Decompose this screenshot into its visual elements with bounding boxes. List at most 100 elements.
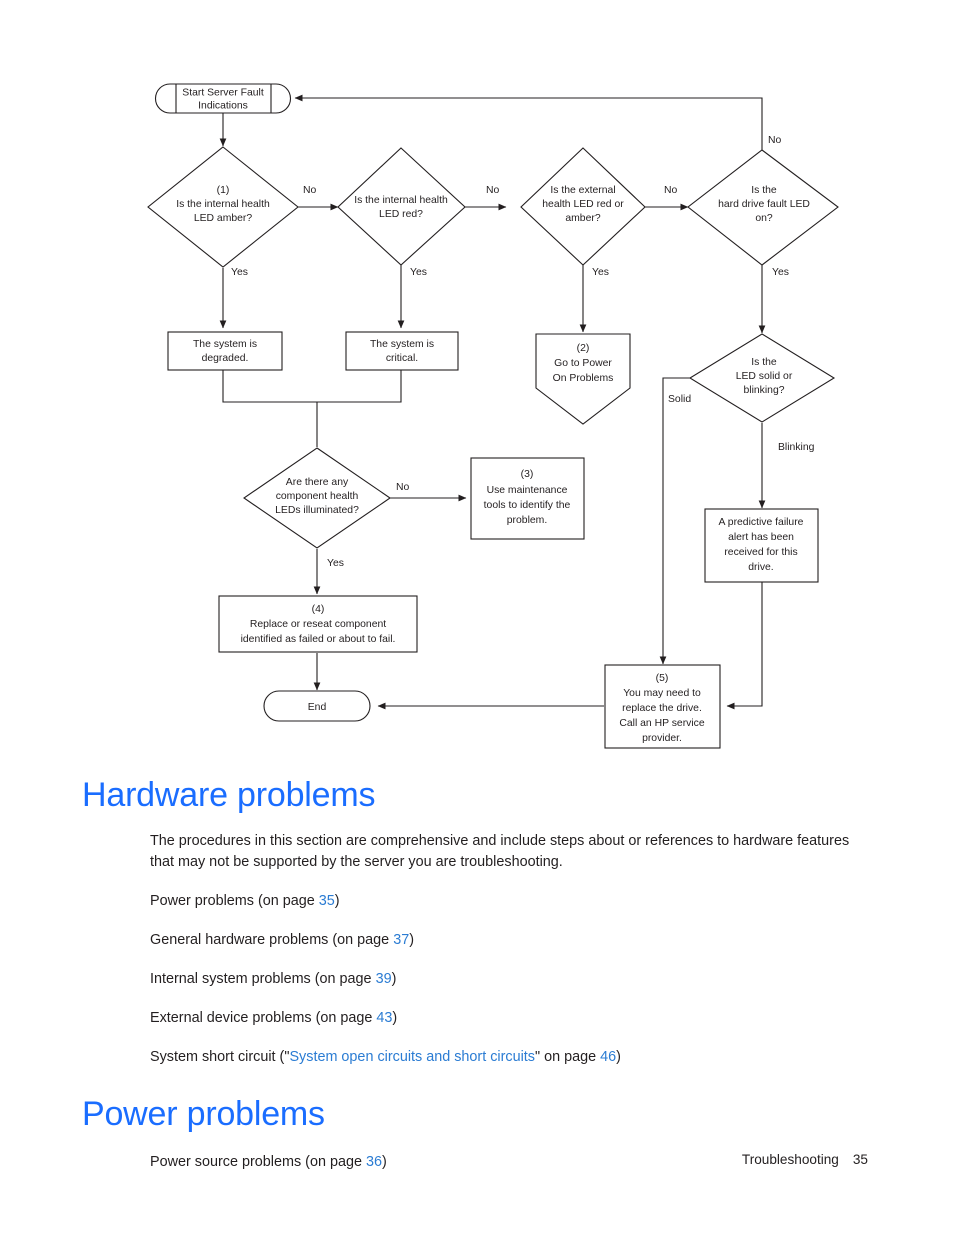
node-end: End [263, 690, 371, 722]
node-p3-line1: (2) [577, 343, 590, 354]
xref-system-short-circuit-page[interactable]: 46 [600, 1049, 616, 1065]
node-p4-line3: tools to identify the [484, 500, 571, 511]
node-process-replace-drive-call-hp: (5) You may need to replace the drive. C… [604, 664, 721, 749]
node-p7-line3: replace the drive. [622, 703, 702, 714]
node-process-predictive-failure-alert: A predictive failure alert has been rece… [704, 508, 819, 583]
node-d6-line1: Are there any [286, 477, 349, 488]
xref-internal-system-problems-suffix: ) [391, 971, 397, 988]
node-d4-line1: Is the [751, 185, 777, 196]
section-title-power-problems: Power problems [82, 1095, 325, 1134]
node-decision-internal-health-red: Is the internal health LED red? [337, 147, 466, 266]
flowchart-svg: Start Server Fault Indications (1) Is th… [147, 83, 839, 749]
node-d4-line2: hard drive fault LED [718, 199, 810, 210]
edge-label-d1-yes: Yes [231, 267, 248, 278]
node-decision-component-health-leds: Are there any component health LEDs illu… [243, 447, 391, 549]
node-p7-line5: provider. [642, 733, 682, 744]
node-p6-line4: drive. [748, 562, 773, 573]
xref-external-device-problems-suffix: ) [392, 1010, 398, 1027]
edge-d4-no-feedback-to-start [294, 94, 763, 152]
node-decision-hard-drive-fault-led: Is the hard drive fault LED on? [687, 149, 839, 266]
node-d2-line1: Is the internal health [354, 195, 448, 206]
document-body: Hardware problems The procedures in this… [0, 765, 954, 1173]
node-d1-line2: Is the internal health [176, 199, 270, 210]
edge-p1-p2-merge [222, 370, 402, 403]
intro-paragraph: The procedures in this section are compr… [150, 833, 850, 871]
xref-power-problems-text: Power problems (on page [150, 893, 319, 910]
node-decision-internal-health-amber: (1) Is the internal health LED amber? [147, 146, 299, 268]
node-d6-line2: component health [276, 491, 359, 502]
node-process-system-degraded: The system is degraded. [167, 331, 283, 371]
node-p5-line1: (4) [312, 604, 325, 615]
node-p7-line2: You may need to [623, 688, 701, 699]
edge-label-d3-yes: Yes [592, 267, 609, 278]
edge-label-d6-no: No [396, 482, 410, 493]
node-d2-line2: LED red? [379, 209, 423, 220]
edge-p6-to-p7 [726, 582, 763, 710]
node-p1-line1: The system is [193, 339, 257, 350]
page-footer: Troubleshooting 35 [0, 1152, 954, 1167]
edge-label-d2-yes: Yes [410, 267, 427, 278]
edge-d5-solid-to-p7 [659, 377, 690, 665]
xref-general-hardware-problems: General hardware problems (on page 37) [150, 930, 868, 951]
xref-external-device-problems-page[interactable]: 43 [376, 1010, 392, 1026]
xref-system-short-circuit: System short circuit ("System open circu… [150, 1047, 868, 1068]
node-p4-line4: problem. [507, 515, 547, 526]
node-p1-line2: degraded. [202, 353, 249, 364]
node-decision-led-solid-or-blinking: Is the LED solid or blinking? [688, 333, 836, 423]
xref-external-device-problems-text: External device problems (on page [150, 1010, 377, 1027]
xref-internal-system-problems-text: Internal system problems (on page [150, 971, 376, 988]
node-p4-line1: (3) [521, 469, 534, 480]
edge-label-d1-no: No [303, 185, 317, 196]
node-p6-line3: received for this [724, 547, 797, 558]
node-d5-line1: Is the [751, 357, 777, 368]
node-end-label: End [308, 702, 327, 713]
node-process-go-to-power-on-problems: (2) Go to Power On Problems [535, 333, 631, 425]
flowchart-diagram: Start Server Fault Indications (1) Is th… [0, 0, 954, 770]
node-p3-line2: Go to Power [554, 358, 612, 369]
page-title-hardware-problems: Hardware problems [82, 776, 376, 814]
xref-power-problems-page[interactable]: 35 [319, 893, 335, 909]
xref-system-short-circuit-suffix: ) [616, 1049, 621, 1066]
xref-external-device-problems: External device problems (on page 43) [150, 1008, 868, 1029]
node-process-use-maintenance-tools: (3) Use maintenance tools to identify th… [470, 457, 585, 540]
xref-power-problems-suffix: ) [334, 893, 340, 910]
xref-internal-system-problems-page[interactable]: 39 [376, 971, 392, 987]
xref-general-hardware-problems-page[interactable]: 37 [393, 932, 409, 948]
node-d4-line3: on? [755, 213, 773, 224]
node-p7-line1: (5) [656, 673, 669, 684]
edge-label-d2-no: No [486, 185, 500, 196]
node-p5-line3: identified as failed or about to fail. [241, 634, 396, 645]
node-decision-external-health-led: Is the external health LED red or amber? [520, 147, 646, 266]
node-p4-line2: Use maintenance [487, 485, 568, 496]
edge-label-d4-no: No [768, 135, 782, 146]
node-start-line2: Indications [198, 100, 248, 111]
node-d5-line3: blinking? [743, 385, 784, 396]
xref-internal-system-problems: Internal system problems (on page 39) [150, 969, 868, 990]
xref-system-short-circuit-prefix: System short circuit (" [150, 1049, 290, 1066]
node-p6-line1: A predictive failure [719, 517, 804, 528]
node-d6-line3: LEDs illuminated? [275, 505, 359, 516]
node-d1-line1: (1) [217, 185, 230, 196]
node-p2-line2: critical. [386, 353, 418, 364]
footer-chapter-name: Troubleshooting [741, 1152, 839, 1167]
node-start-line1: Start Server Fault [182, 87, 264, 98]
node-process-replace-or-reseat-component: (4) Replace or reseat component identifi… [218, 595, 418, 653]
node-d3-line3: amber? [565, 213, 600, 224]
edge-label-d6-yes: Yes [327, 558, 344, 569]
xref-system-short-circuit-middle: " on page [535, 1049, 601, 1066]
node-p2-line1: The system is [370, 339, 434, 350]
node-start: Start Server Fault Indications [155, 83, 291, 114]
node-d1-line3: LED amber? [194, 213, 253, 224]
xref-system-short-circuit-link[interactable]: System open circuits and short circuits [289, 1049, 535, 1065]
edge-label-d5-solid: Solid [668, 394, 691, 405]
edge-label-d4-yes: Yes [772, 267, 789, 278]
node-d3-line1: Is the external [550, 185, 615, 196]
hardware-problems-section: The procedures in this section are compr… [0, 831, 954, 1068]
node-p7-line4: Call an HP service [619, 718, 704, 729]
footer-page-number: 35 [852, 1152, 868, 1167]
edge-label-d5-blinking: Blinking [778, 442, 815, 453]
xref-general-hardware-problems-text: General hardware problems (on page [150, 932, 394, 949]
node-d3-line2: health LED red or [542, 199, 624, 210]
node-p5-line2: Replace or reseat component [250, 619, 386, 630]
node-p3-line3: On Problems [553, 373, 614, 384]
